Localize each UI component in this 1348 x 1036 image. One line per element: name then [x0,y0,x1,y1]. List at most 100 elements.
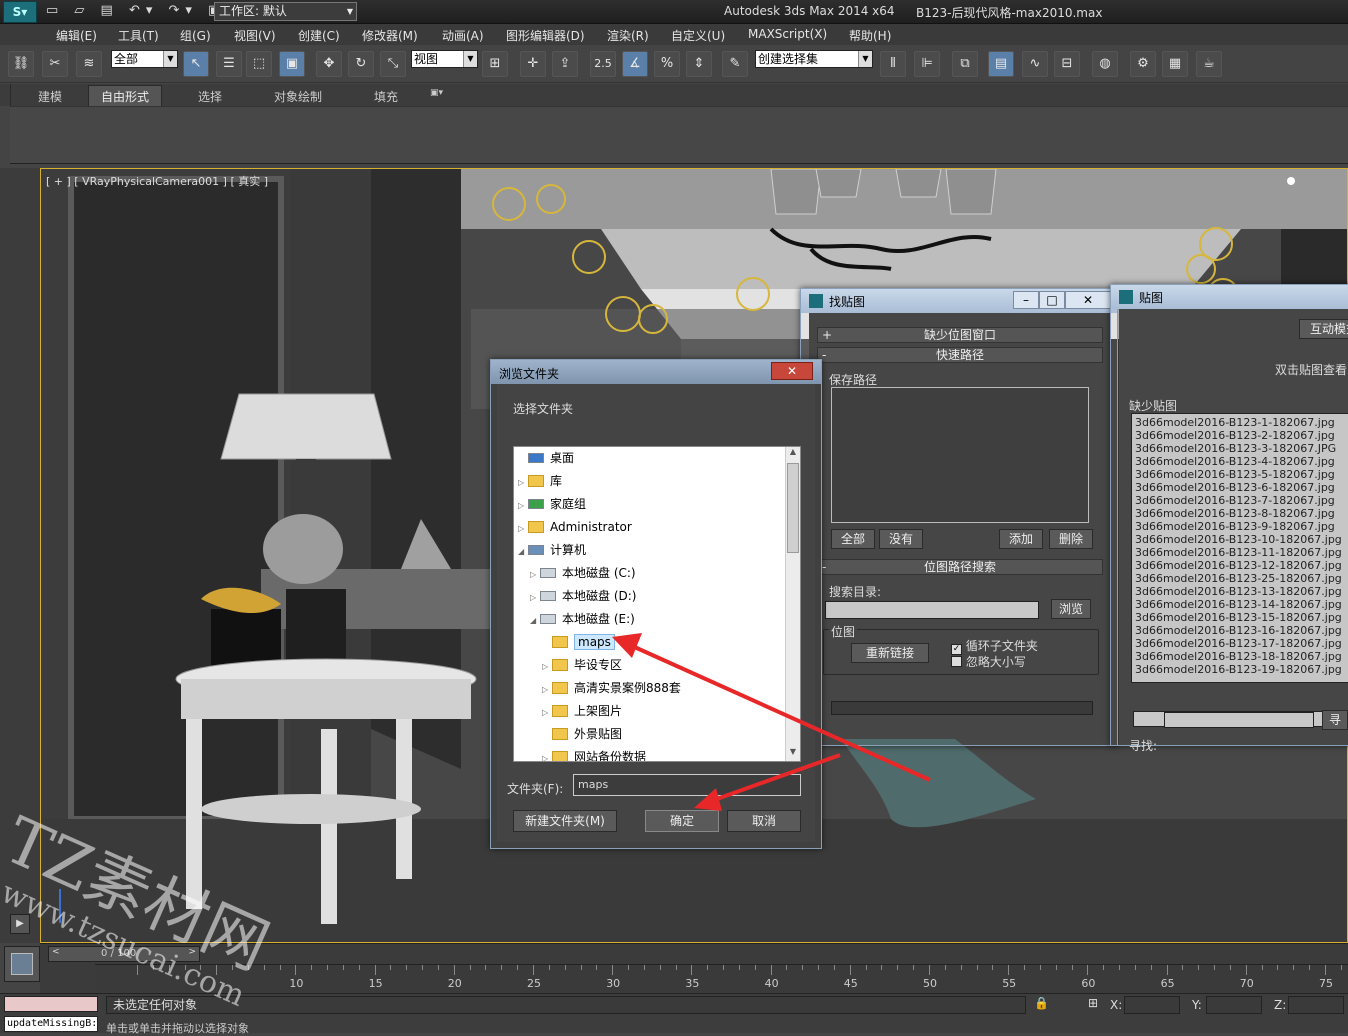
link-icon[interactable]: ⛓ [8,51,34,77]
cancel-button[interactable]: 取消 [727,810,801,832]
missing-map-item[interactable]: 3d66model2016-B123-5-182067.jpg [1132,468,1348,481]
render-frame-icon[interactable]: ▦ [1162,51,1188,77]
tree-expander-icon[interactable]: ▷ [542,679,552,701]
snap-toggle-icon[interactable]: 2.5 [590,51,616,77]
missing-maps-list[interactable]: 3d66model2016-B123-1-182067.jpg 3d66model… [1131,413,1348,683]
tree-expander-icon[interactable]: ◢ [530,610,540,632]
missing-map-item[interactable]: 3d66model2016-B123-10-182067.jpg [1132,533,1348,546]
close-button[interactable]: ✕ [1065,291,1111,309]
menu-view[interactable]: 视图(V) [234,27,276,44]
menu-group[interactable]: 组(G) [180,27,211,44]
keyboard-shortcut-icon[interactable]: ⇪ [552,51,578,77]
tab-selection[interactable]: 选择 [198,88,222,105]
viewport-label[interactable]: [ + ] [ VRayPhysicalCamera001 ] [ 真实 ] [46,173,268,189]
tree-expander-icon[interactable]: ▷ [542,702,552,724]
tree-expander-icon[interactable]: ▷ [530,587,540,609]
missing-map-item[interactable]: 3d66model2016-B123-25-182067.jpg [1132,572,1348,585]
missing-map-item[interactable]: 3d66model2016-B123-6-182067.jpg [1132,481,1348,494]
menu-rendering[interactable]: 渲染(R) [607,27,649,44]
maxscript-listener[interactable] [4,996,98,1012]
named-selection-dropdown[interactable]: 创建选择集 ▼ [755,50,873,68]
lock-icon[interactable]: 🔒 [1034,996,1049,1010]
tab-modeling[interactable]: 建模 [38,88,62,105]
tree-expander-icon[interactable]: ▷ [542,748,552,761]
rotate-icon[interactable]: ↻ [348,51,374,77]
menu-graph-editors[interactable]: 图形编辑器(D) [506,27,585,44]
tree-item[interactable]: maps [514,631,615,653]
folder-tree[interactable]: 桌面 ▷ 库 ▷ 家庭组 ▷ Administrator ◢ 计算机 ▷ 本地磁盘 (C:) ▷ 本地磁… [513,446,801,762]
save-path-list[interactable] [831,387,1089,523]
maxscript-input[interactable]: updateMissingB: [4,1016,98,1032]
bind-space-warp-icon[interactable]: ≋ [76,51,102,77]
ref-coord-dropdown[interactable]: 视图 ▼ [411,50,478,68]
app-logo-icon[interactable]: S▾ [3,1,37,23]
spinner-snap-icon[interactable]: ⇕ [686,51,712,77]
scroll-up-icon[interactable]: ▲ [786,447,800,461]
missing-map-item[interactable]: 3d66model2016-B123-16-182067.jpg [1132,624,1348,637]
all-button[interactable]: 全部 [831,529,875,549]
missing-map-item[interactable]: 3d66model2016-B123-12-182067.jpg [1132,559,1348,572]
rollout-quick-header[interactable]: - 快速路径 [817,347,1103,363]
tree-expander-icon[interactable]: ▷ [518,495,528,517]
y-coord-field[interactable] [1206,996,1262,1014]
missing-map-item[interactable]: 3d66model2016-B123-11-182067.jpg [1132,546,1348,559]
missing-map-item[interactable]: 3d66model2016-B123-17-182067.jpg [1132,637,1348,650]
move-icon[interactable]: ✥ [316,51,342,77]
render-setup-icon[interactable]: ⚙ [1130,51,1156,77]
tree-item[interactable]: 桌面 [514,447,574,469]
missing-map-item[interactable]: 3d66model2016-B123-7-182067.jpg [1132,494,1348,507]
select-object-icon[interactable]: ↖ [183,51,209,77]
menu-help[interactable]: 帮助(H) [849,27,891,44]
selection-filter-dropdown[interactable]: 全部 ▼ [111,50,178,68]
browse-button[interactable]: 浏览 [1051,599,1091,619]
folder-input[interactable]: maps [573,774,801,796]
tree-expander-icon[interactable]: ▷ [530,564,540,586]
rollout-missing-header[interactable]: + 缺少位图窗口 [817,327,1103,343]
scale-icon[interactable]: ⤡ [380,51,406,77]
tree-item[interactable]: ▷ 网站备份数据 [514,746,646,761]
missing-map-item[interactable]: 3d66model2016-B123-1-182067.jpg [1132,416,1348,429]
missing-map-item[interactable]: 3d66model2016-B123-15-182067.jpg [1132,611,1348,624]
schematic-view-icon[interactable]: ⊟ [1054,51,1080,77]
tree-item[interactable]: ▷ 家庭组 [514,493,586,515]
angle-snap-icon[interactable]: ∡ [622,51,648,77]
tree-item[interactable]: ◢ 计算机 [514,539,586,561]
tree-expander-icon[interactable]: ◢ [518,541,528,563]
tree-scrollbar[interactable]: ▲ ▼ [785,447,800,761]
curve-editor-icon[interactable]: ∿ [1022,51,1048,77]
scroll-thumb[interactable] [787,463,799,553]
window-crossing-icon[interactable]: ▣ [279,51,305,77]
tab-object-paint[interactable]: 对象绘制 [274,88,322,105]
find-button[interactable]: 寻 [1322,710,1348,730]
edit-named-selection-icon[interactable]: ✎ [722,51,748,77]
menu-animation[interactable]: 动画(A) [442,27,484,44]
maximize-button[interactable]: □ [1039,291,1065,309]
menu-tools[interactable]: 工具(T) [118,27,159,44]
none-button[interactable]: 没有 [879,529,923,549]
menu-customize[interactable]: 自定义(U) [671,27,725,44]
tab-populate[interactable]: 填充 [374,88,398,105]
menu-edit[interactable]: 编辑(E) [56,27,97,44]
workspace-select[interactable]: 工作区: 默认 ▼ [214,2,357,21]
missing-map-item[interactable]: 3d66model2016-B123-3-182067.JPG [1132,442,1348,455]
missing-map-item[interactable]: 3d66model2016-B123-4-182067.jpg [1132,455,1348,468]
rollout-search-header[interactable]: - 位图路径搜索 [817,559,1103,575]
missing-map-item[interactable]: 3d66model2016-B123-18-182067.jpg [1132,650,1348,663]
mirror-icon[interactable]: ⫴ [880,51,906,77]
missing-map-item[interactable]: 3d66model2016-B123-2-182067.jpg [1132,429,1348,442]
find-field[interactable] [1164,712,1314,728]
interactive-mode-button[interactable]: 互动模式 [1299,319,1348,339]
tree-item[interactable]: ◢ 本地磁盘 (E:) [514,608,635,630]
missing-map-item[interactable]: 3d66model2016-B123-9-182067.jpg [1132,520,1348,533]
z-coord-field[interactable] [1288,996,1344,1014]
missing-map-item[interactable]: 3d66model2016-B123-19-182067.jpg [1132,663,1348,676]
percent-snap-icon[interactable]: % [654,51,680,77]
search-dir-field[interactable] [825,601,1039,619]
tree-expander-icon[interactable]: ▷ [518,518,528,540]
layer-manager-icon[interactable]: ⧉ [952,51,978,77]
minimize-button[interactable]: – [1013,291,1039,309]
tree-item[interactable]: ▷ 上架图片 [514,700,622,722]
pivot-icon[interactable]: ⊞ [482,51,508,77]
relink-button[interactable]: 重新链接 [851,643,929,663]
menu-create[interactable]: 创建(C) [298,27,340,44]
